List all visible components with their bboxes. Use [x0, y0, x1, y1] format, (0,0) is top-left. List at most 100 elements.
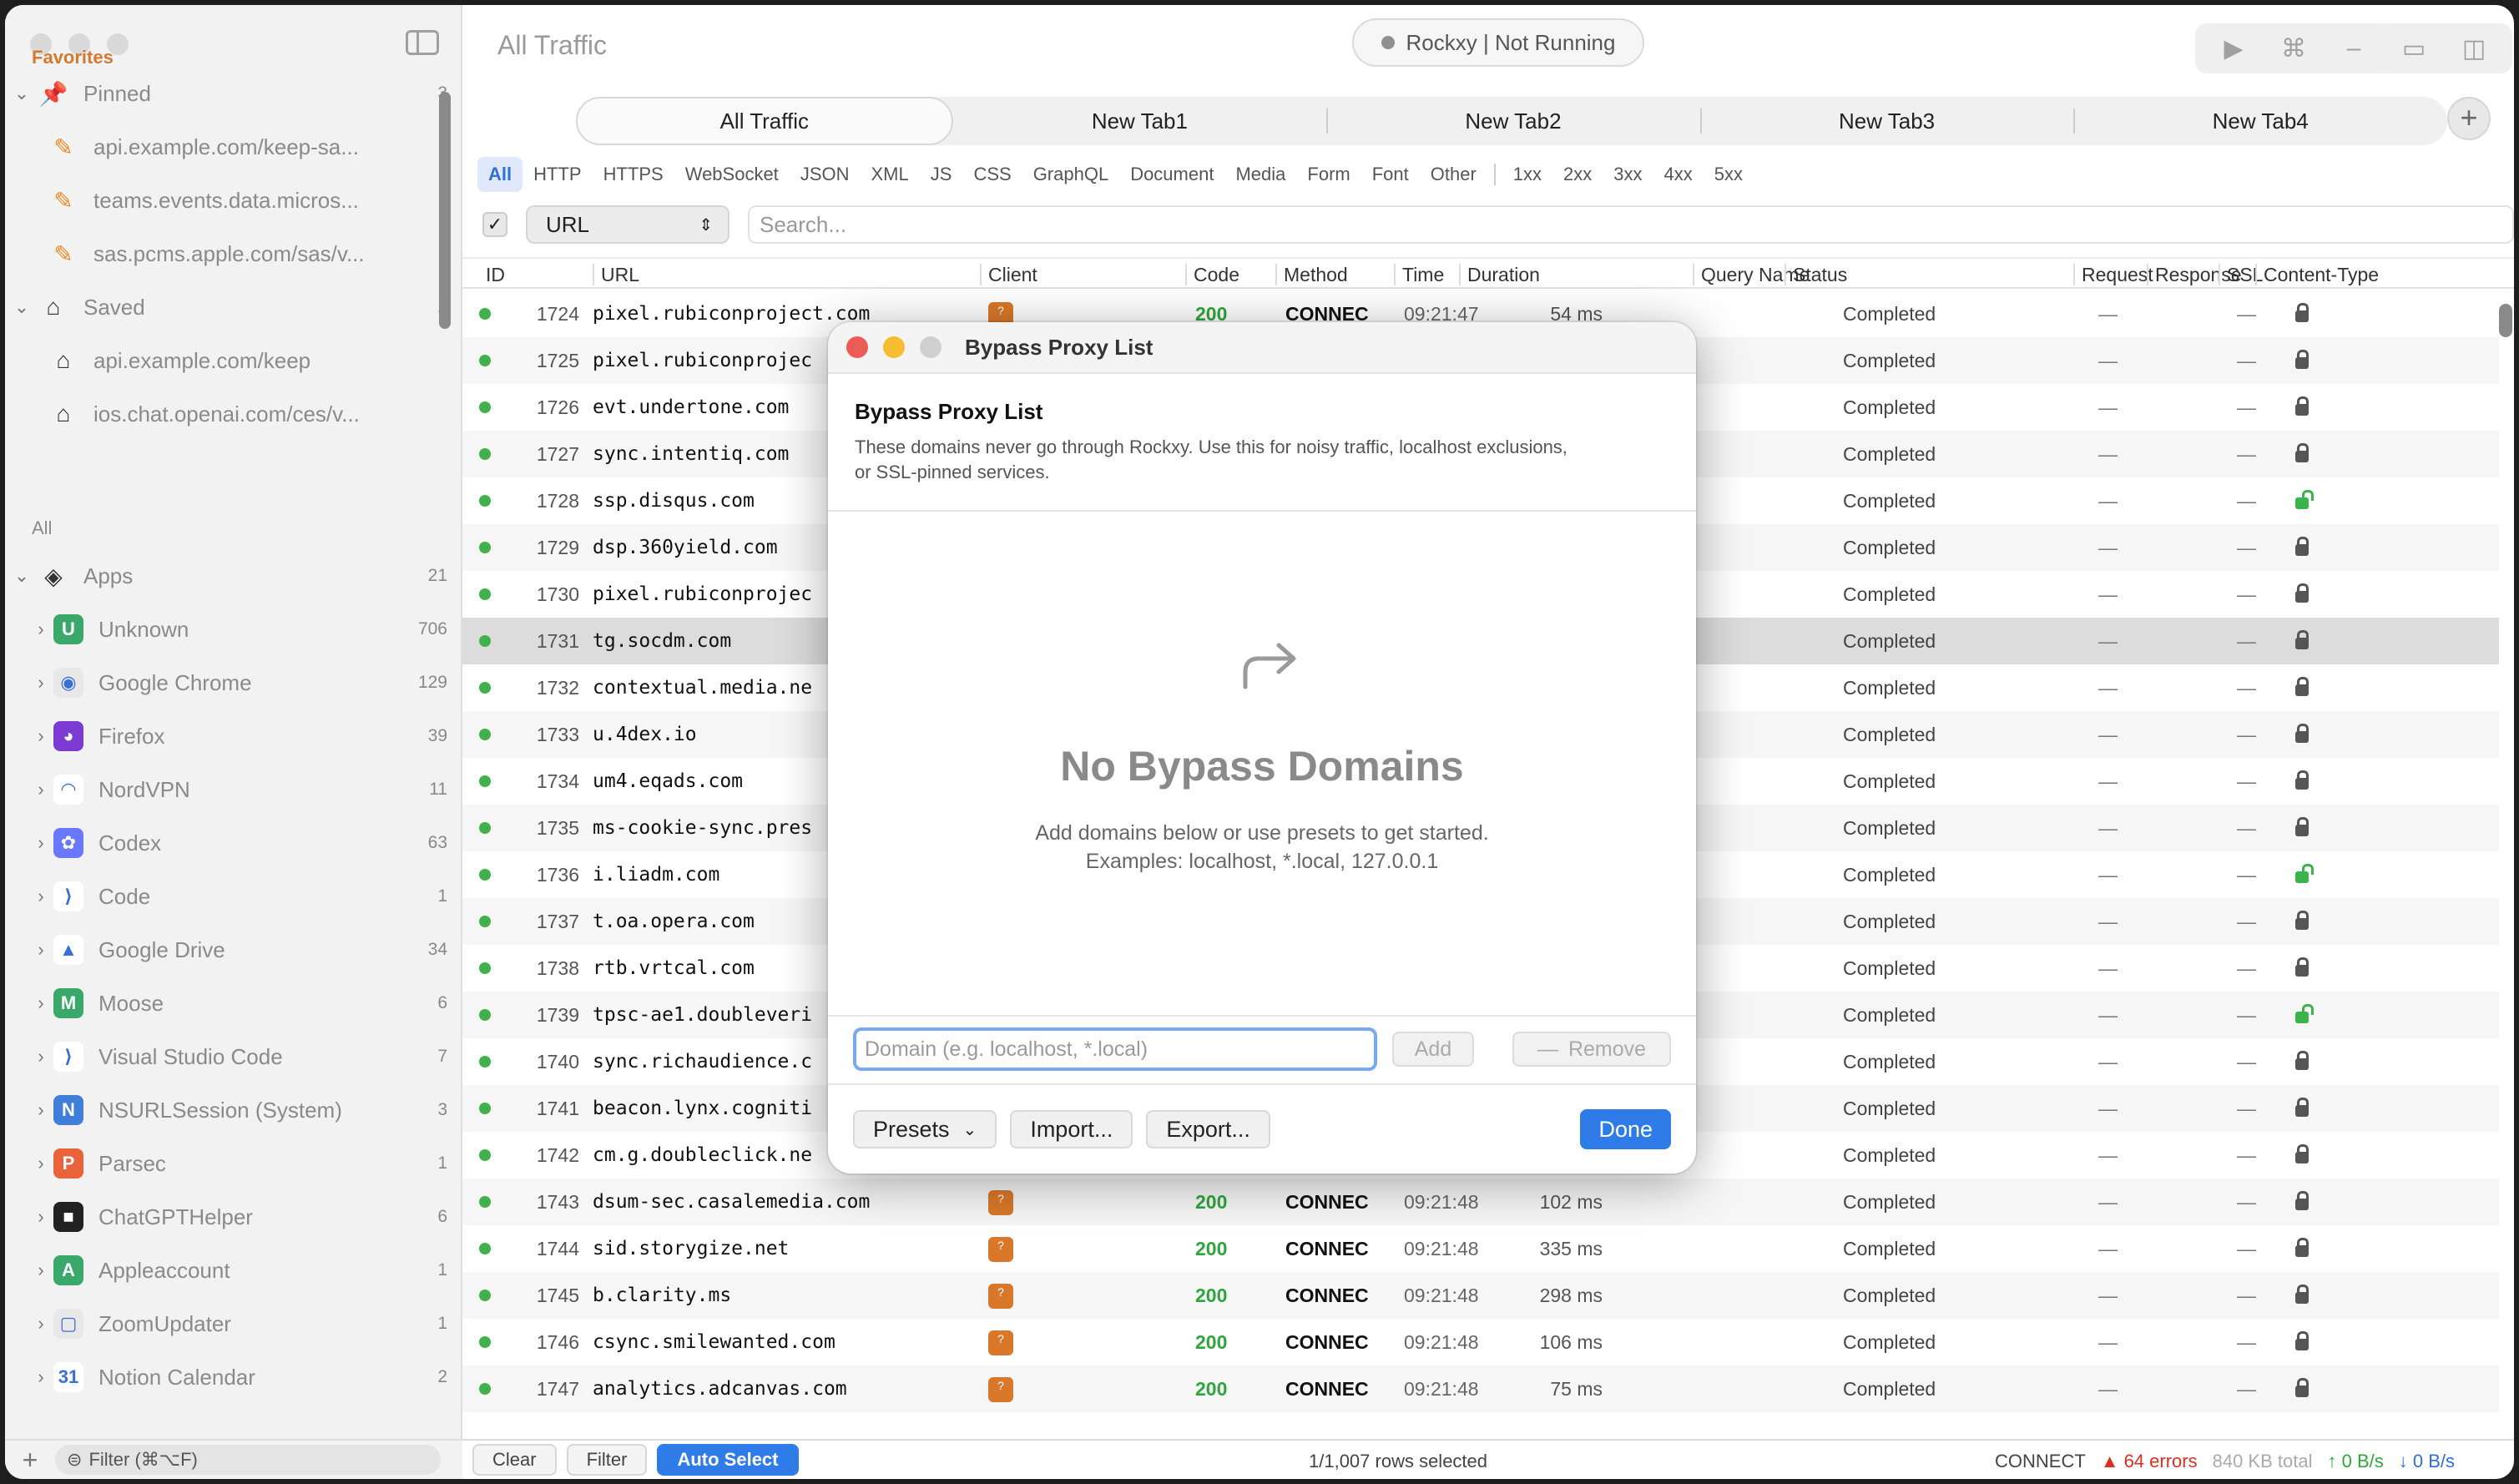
chevron-right-icon[interactable]: › — [28, 618, 53, 640]
sidebar-item-app[interactable]: › ▲ Google Drive 34 — [5, 928, 447, 972]
export-button[interactable]: Export... — [1146, 1110, 1270, 1148]
sidebar-item-app[interactable]: › ⟩ Visual Studio Code 7 — [5, 1035, 447, 1078]
done-button[interactable]: Done — [1580, 1109, 1671, 1149]
sidebar-item-app[interactable]: › A Appleaccount 1 — [5, 1249, 447, 1292]
type-filter-graphql[interactable]: GraphQL — [1022, 157, 1120, 192]
chevron-right-icon[interactable]: › — [28, 1313, 53, 1335]
type-filter-js[interactable]: JS — [920, 157, 963, 192]
sidebar-group-saved[interactable]: ⌄ ⌂ Saved 2 — [5, 285, 447, 329]
table-row[interactable]: 1743 dsum-sec.casalemedia.com? 200 CONNEC 09… — [462, 1179, 2499, 1225]
dialog-zoom-button[interactable] — [920, 336, 941, 358]
sidebar-group-apps[interactable]: ⌄ ◈ Apps 21 — [5, 554, 447, 598]
sidebar-item-app[interactable]: › ◕ Firefox 39 — [5, 714, 447, 758]
status-filter-3xx[interactable]: 3xx — [1603, 157, 1653, 192]
column-header-method[interactable]: Method — [1275, 264, 1348, 286]
chevron-right-icon[interactable]: › — [28, 939, 53, 961]
status-filter-2xx[interactable]: 2xx — [1552, 157, 1603, 192]
proxy-status-badge[interactable]: Rockxy | Not Running — [1352, 18, 1644, 67]
sidebar-item-app[interactable]: › N NSURLSession (System) 3 — [5, 1088, 447, 1132]
sidebar-item-app[interactable]: › ■ ChatGPTHelper 6 — [5, 1195, 447, 1239]
type-filter-other[interactable]: Other — [1420, 157, 1487, 192]
status-filter-4xx[interactable]: 4xx — [1653, 157, 1704, 192]
tab-new-tab4[interactable]: New Tab4 — [2073, 97, 2447, 145]
remove-domain-button[interactable]: — Remove — [1512, 1032, 1671, 1067]
tab-new-tab3[interactable]: New Tab3 — [1699, 97, 2074, 145]
chevron-down-icon[interactable]: ⌄ — [5, 565, 38, 587]
filter-button[interactable]: Filter — [566, 1444, 648, 1476]
chevron-down-icon[interactable]: ⌄ — [5, 83, 38, 104]
type-filter-xml[interactable]: XML — [861, 157, 920, 192]
search-field-select[interactable]: URL ⇕ — [526, 205, 729, 244]
sidebar-item-app[interactable]: › ⟩ Code 1 — [5, 875, 447, 918]
type-filter-document[interactable]: Document — [1119, 157, 1224, 192]
presets-dropdown[interactable]: Presets ⌄ — [853, 1110, 997, 1148]
error-count[interactable]: 64 errors — [2124, 1451, 2198, 1472]
dialog-close-button[interactable] — [846, 336, 868, 358]
column-header-client[interactable]: Client — [980, 264, 1037, 286]
sidebar-scrollbar[interactable] — [439, 92, 451, 329]
status-filter-5xx[interactable]: 5xx — [1704, 157, 1754, 192]
table-row[interactable]: 1747 analytics.adcanvas.com? 200 CONNEC 09:2… — [462, 1365, 2499, 1412]
split-horizontal-icon[interactable]: ▭ — [2384, 34, 2444, 63]
split-vertical-icon[interactable]: ◫ — [2444, 34, 2504, 63]
column-header-code[interactable]: Code — [1185, 264, 1239, 286]
chevron-down-icon[interactable]: ⌄ — [5, 296, 38, 318]
add-domain-button[interactable]: Add — [1392, 1032, 1474, 1067]
dialog-minimize-button[interactable] — [883, 336, 905, 358]
sidebar-item-app[interactable]: › P Parsec 1 — [5, 1142, 447, 1185]
table-row[interactable]: 1744 sid.storygize.net? 200 CONNEC 09:21:48 3… — [462, 1225, 2499, 1272]
column-header-content-type[interactable]: Content-Type — [2254, 264, 2379, 286]
column-header-duration[interactable]: Duration — [1459, 264, 1540, 286]
sidebar-item-app[interactable]: › M Moose 6 — [5, 982, 447, 1025]
type-filter-websocket[interactable]: WebSocket — [674, 157, 790, 192]
table-row[interactable]: 1746 csync.smilewanted.com? 200 CONNEC 09:21… — [462, 1319, 2499, 1365]
tab-new-tab1[interactable]: New Tab1 — [953, 97, 1327, 145]
sidebar-item-pinned[interactable]: ✎ api.example.com/keep-sa... — [5, 125, 447, 169]
chevron-right-icon[interactable]: › — [28, 672, 53, 694]
type-filter-json[interactable]: JSON — [790, 157, 861, 192]
table-row[interactable]: 1745 b.clarity.ms? 200 CONNEC 09:21:48 298 ms… — [462, 1272, 2499, 1319]
sidebar-toggle-icon[interactable] — [406, 30, 439, 55]
chevron-right-icon[interactable]: › — [28, 1153, 53, 1174]
clear-button[interactable]: Clear — [472, 1444, 557, 1476]
type-filter-css[interactable]: CSS — [962, 157, 1022, 192]
status-filter-1xx[interactable]: 1xx — [1502, 157, 1552, 192]
type-filter-http[interactable]: HTTP — [522, 157, 592, 192]
column-header-id[interactable]: ID — [486, 264, 505, 286]
checkbox-icon[interactable]: ✓ — [482, 212, 507, 237]
sidebar-item-app[interactable]: › 31 Notion Calendar 2 — [5, 1355, 447, 1399]
tab-all-traffic[interactable]: All Traffic — [576, 97, 953, 145]
sidebar-item-app[interactable]: › ▢ ZoomUpdater 1 — [5, 1302, 447, 1345]
command-icon[interactable]: ⌘ — [2264, 34, 2324, 63]
column-header-status[interactable]: Status — [1784, 264, 1847, 286]
sidebar-item-app[interactable]: › ✿ Codex 63 — [5, 821, 447, 865]
type-filter-form[interactable]: Form — [1296, 157, 1360, 192]
sidebar-item-app[interactable]: › ◉ Google Chrome 129 — [5, 661, 447, 704]
sidebar-filter-input[interactable]: ⊜ Filter (⌘⌥F) — [55, 1445, 441, 1475]
chevron-right-icon[interactable]: › — [28, 1099, 53, 1121]
import-button[interactable]: Import... — [1010, 1110, 1133, 1148]
domain-input[interactable]: Domain (e.g. localhost, *.local) — [853, 1027, 1377, 1071]
auto-select-button[interactable]: Auto Select — [657, 1444, 799, 1476]
search-input[interactable]: Search... — [748, 205, 2514, 244]
sidebar-item-app[interactable]: › ◠ NordVPN 11 — [5, 768, 447, 811]
chevron-right-icon[interactable]: › — [28, 1206, 53, 1228]
chevron-right-icon[interactable]: › — [28, 1259, 53, 1281]
chevron-right-icon[interactable]: › — [28, 725, 53, 747]
chevron-right-icon[interactable]: › — [28, 886, 53, 907]
type-filter-font[interactable]: Font — [1361, 157, 1420, 192]
type-filter-https[interactable]: HTTPS — [593, 157, 674, 192]
column-header-ssl[interactable]: SSL — [2218, 264, 2263, 286]
sidebar-group-pinned[interactable]: ⌄ 📌 Pinned 3 — [5, 72, 447, 115]
play-icon[interactable]: ▶ — [2203, 34, 2264, 63]
column-header-request[interactable]: Request — [2073, 264, 2153, 286]
chevron-right-icon[interactable]: › — [28, 1046, 53, 1068]
sidebar-item-pinned[interactable]: ✎ sas.pcms.apple.com/sas/v... — [5, 232, 447, 275]
chevron-right-icon[interactable]: › — [28, 1366, 53, 1388]
type-filter-media[interactable]: Media — [1224, 157, 1296, 192]
add-tab-button[interactable]: + — [2447, 97, 2491, 140]
sidebar-item-app[interactable]: › U Unknown 706 — [5, 608, 447, 651]
sidebar-item-saved[interactable]: ⌂ api.example.com/keep — [5, 339, 447, 382]
chevron-right-icon[interactable]: › — [28, 779, 53, 800]
column-header-url[interactable]: URL — [592, 264, 639, 286]
